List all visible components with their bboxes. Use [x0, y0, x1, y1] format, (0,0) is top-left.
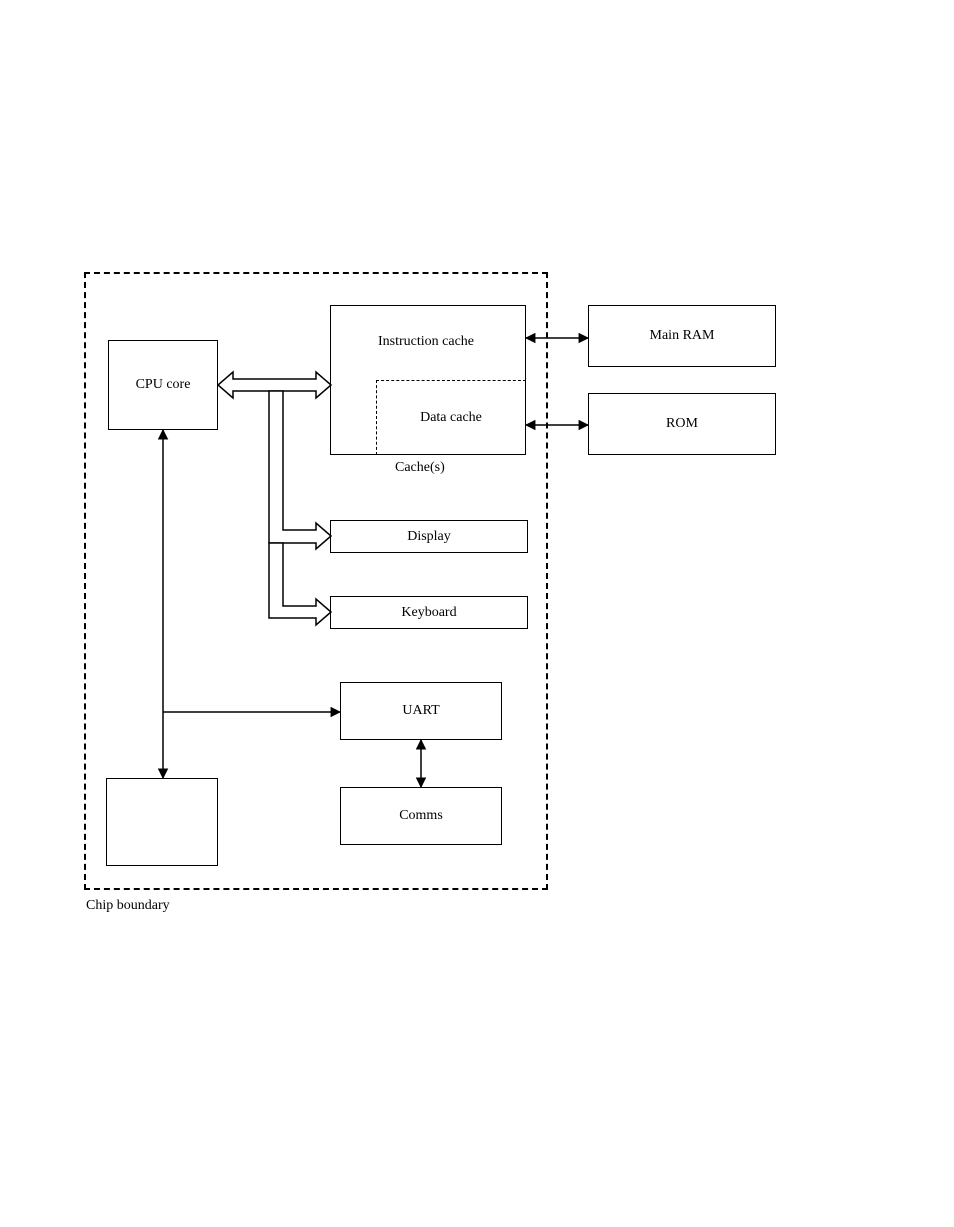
- ram-box: Main RAM: [588, 305, 776, 367]
- uart-label: UART: [402, 702, 439, 720]
- blank-box: [106, 778, 218, 866]
- keyboard-box: Keyboard: [330, 596, 528, 629]
- rom-box: ROM: [588, 393, 776, 455]
- caches-label: Cache(s): [395, 460, 445, 477]
- rom-label: ROM: [666, 415, 698, 433]
- ram-label: Main RAM: [650, 327, 715, 345]
- comms-box: Comms: [340, 787, 502, 845]
- cache-box: Instruction cache Data cache: [330, 305, 526, 455]
- chip-boundary-label: Chip boundary: [86, 898, 170, 915]
- keyboard-label: Keyboard: [401, 604, 456, 622]
- data-cache-label: Data cache: [386, 410, 516, 427]
- display-label: Display: [407, 528, 451, 546]
- comms-label: Comms: [399, 807, 443, 825]
- display-box: Display: [330, 520, 528, 553]
- uart-box: UART: [340, 682, 502, 740]
- cpu-label: CPU core: [136, 376, 191, 394]
- instruction-cache-label: Instruction cache: [341, 334, 511, 351]
- cpu-box: CPU core: [108, 340, 218, 430]
